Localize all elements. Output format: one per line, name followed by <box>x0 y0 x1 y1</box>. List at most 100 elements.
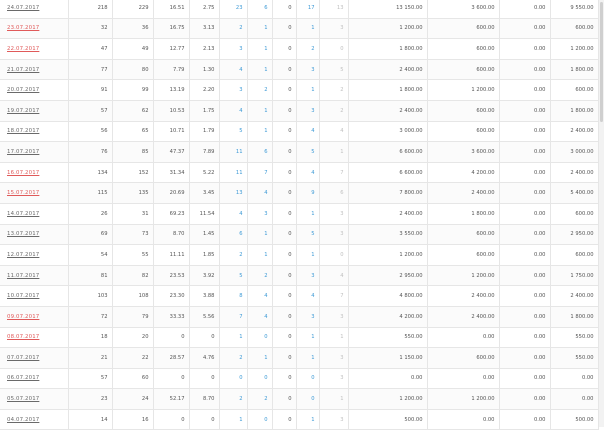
value-cell: 134 <box>67 161 113 184</box>
date-link[interactable]: 14.07.2017 <box>7 211 39 217</box>
date-link[interactable]: 11.07.2017 <box>7 273 39 279</box>
value-cell: 2 <box>295 38 320 60</box>
date-link[interactable]: 04.07.2017 <box>7 417 39 423</box>
date-cell[interactable]: 15.07.2017 <box>0 182 69 204</box>
date-link[interactable]: 07.07.2017 <box>7 355 39 361</box>
value-cell: 1 800.00 <box>549 58 599 81</box>
date-link[interactable]: 06.07.2017 <box>7 375 39 381</box>
value-cell: 23 <box>218 0 248 19</box>
value-cell: 3.88 <box>188 285 220 307</box>
date-cell[interactable]: 20.07.2017 <box>0 79 69 101</box>
value-cell: 4 <box>295 161 320 184</box>
value-cell: 8.70 <box>152 223 190 246</box>
date-cell[interactable]: 06.07.2017 <box>0 367 69 390</box>
table-row: 12.07.2017 54 55 11.11 1.85 2 1 0 1 0 1 200.00 600.… <box>0 244 599 266</box>
table-row: 14.07.2017 26 31 69.23 11.54 4 3 0 1 3 2 400.00 1 8… <box>0 202 599 225</box>
table-row: 09.07.2017 72 79 33.33 5.56 7 4 0 3 3 4 200.00 2 40… <box>0 305 599 328</box>
date-link[interactable]: 23.07.2017 <box>7 25 39 31</box>
date-link[interactable]: 08.07.2017 <box>7 334 39 340</box>
value-cell: 4 <box>246 285 273 307</box>
date-link[interactable]: 05.07.2017 <box>7 396 39 402</box>
value-cell: 5.56 <box>188 305 220 328</box>
value-cell: 0 <box>271 58 297 81</box>
date-cell[interactable]: 18.07.2017 <box>0 120 69 143</box>
date-cell[interactable]: 14.07.2017 <box>0 202 69 225</box>
value-cell: 57 <box>67 99 113 122</box>
scrollbar-thumb[interactable] <box>600 2 603 122</box>
date-cell[interactable]: 16.07.2017 <box>0 161 69 184</box>
value-cell: 600.00 <box>549 17 599 40</box>
table-row: 22.07.2017 47 49 12.77 2.13 3 1 0 2 0 1 800.00 600.… <box>0 38 599 60</box>
value-cell: 0.00 <box>498 223 551 246</box>
date-link[interactable]: 21.07.2017 <box>7 67 39 73</box>
value-cell: 4 200.00 <box>426 161 500 184</box>
value-cell: 16.51 <box>152 0 190 19</box>
date-cell[interactable]: 09.07.2017 <box>0 305 69 328</box>
table-row: 08.07.2017 18 20 0 0 1 0 0 1 1 550.00 0.00 0.00 550.0… <box>0 326 599 349</box>
value-cell: 0 <box>218 367 248 390</box>
value-cell: 4 <box>318 264 349 287</box>
value-cell: 0 <box>271 244 297 266</box>
value-cell: 0.00 <box>498 141 551 163</box>
date-cell[interactable]: 05.07.2017 <box>0 388 69 410</box>
value-cell: 7 <box>218 305 248 328</box>
value-cell: 1 750.00 <box>549 264 599 287</box>
value-cell: 3 <box>295 99 320 122</box>
value-cell: 1 200.00 <box>347 17 428 40</box>
date-cell[interactable]: 19.07.2017 <box>0 99 69 122</box>
date-link[interactable]: 17.07.2017 <box>7 149 39 155</box>
value-cell: 0 <box>318 38 349 60</box>
value-cell: 0.00 <box>498 161 551 184</box>
value-cell: 2 400.00 <box>426 285 500 307</box>
date-link[interactable]: 16.07.2017 <box>7 170 39 176</box>
value-cell: 55 <box>111 244 154 266</box>
date-cell[interactable]: 23.07.2017 <box>0 17 69 40</box>
value-cell: 0 <box>295 367 320 390</box>
value-cell: 1 <box>318 326 349 349</box>
date-cell[interactable]: 17.07.2017 <box>0 141 69 163</box>
value-cell: 2 <box>246 79 273 101</box>
value-cell: 4 800.00 <box>347 285 428 307</box>
value-cell: 1 <box>218 326 248 349</box>
table-row: 06.07.2017 57 60 0 0 0 0 0 0 3 0.00 0.00 0.00 0.00 <box>0 367 599 390</box>
date-cell[interactable]: 07.07.2017 <box>0 347 69 369</box>
date-cell[interactable]: 12.07.2017 <box>0 244 69 266</box>
value-cell: 60 <box>111 367 154 390</box>
date-link[interactable]: 10.07.2017 <box>7 293 39 299</box>
date-cell[interactable]: 24.07.2017 <box>0 0 69 19</box>
date-link[interactable]: 20.07.2017 <box>7 87 39 93</box>
value-cell: 600.00 <box>426 38 500 60</box>
vertical-scrollbar[interactable] <box>599 0 604 427</box>
value-cell: 23 <box>67 388 113 410</box>
date-link[interactable]: 24.07.2017 <box>7 5 39 11</box>
value-cell: 600.00 <box>426 120 500 143</box>
value-cell: 1 <box>318 141 349 163</box>
value-cell: 5 <box>218 120 248 143</box>
date-link[interactable]: 19.07.2017 <box>7 108 39 114</box>
value-cell: 0.00 <box>549 388 599 410</box>
date-cell[interactable]: 11.07.2017 <box>0 264 69 287</box>
value-cell: 0 <box>246 367 273 390</box>
value-cell: 57 <box>67 367 113 390</box>
value-cell: 7.79 <box>152 58 190 81</box>
value-cell: 0.00 <box>498 388 551 410</box>
value-cell: 4 <box>246 182 273 204</box>
date-link[interactable]: 12.07.2017 <box>7 252 39 258</box>
value-cell: 0 <box>271 326 297 349</box>
date-link[interactable]: 15.07.2017 <box>7 190 39 196</box>
date-link[interactable]: 18.07.2017 <box>7 128 39 134</box>
date-link[interactable]: 09.07.2017 <box>7 314 39 320</box>
date-cell[interactable]: 13.07.2017 <box>0 223 69 246</box>
date-cell[interactable]: 21.07.2017 <box>0 58 69 81</box>
value-cell: 0.00 <box>498 326 551 349</box>
date-cell[interactable]: 22.07.2017 <box>0 38 69 60</box>
date-cell[interactable]: 10.07.2017 <box>0 285 69 307</box>
date-cell[interactable]: 08.07.2017 <box>0 326 69 349</box>
date-link[interactable]: 22.07.2017 <box>7 46 39 52</box>
value-cell: 0.00 <box>347 367 428 390</box>
date-link[interactable]: 13.07.2017 <box>7 231 39 237</box>
value-cell: 600.00 <box>426 17 500 40</box>
value-cell: 4 <box>246 305 273 328</box>
value-cell: 73 <box>111 223 154 246</box>
value-cell: 1.79 <box>188 120 220 143</box>
